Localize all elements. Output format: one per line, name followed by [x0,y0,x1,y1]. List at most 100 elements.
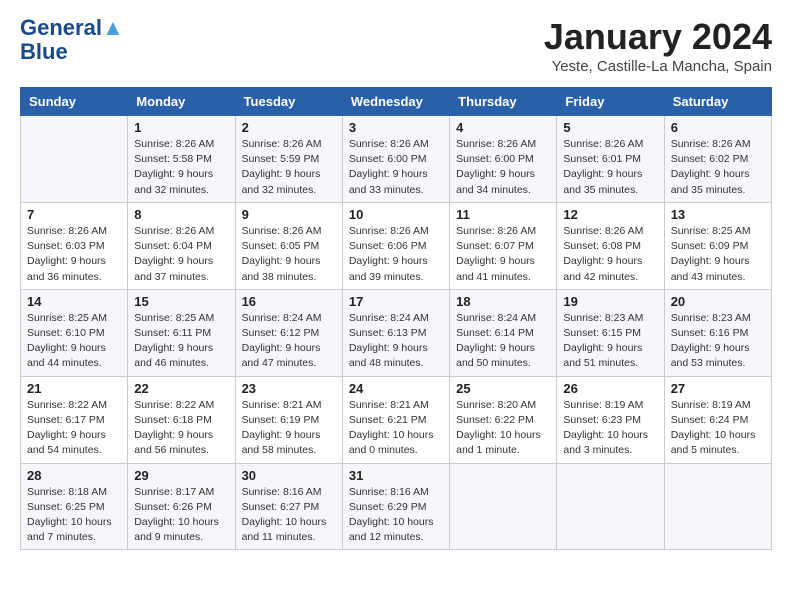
day-info: Sunrise: 8:26 AM Sunset: 6:07 PM Dayligh… [456,224,550,285]
day-info: Sunrise: 8:24 AM Sunset: 6:12 PM Dayligh… [242,311,336,372]
logo: General▲ Blue [20,16,124,64]
day-info: Sunrise: 8:26 AM Sunset: 5:58 PM Dayligh… [134,137,228,198]
page-header: General▲ Blue January 2024 Yeste, Castil… [20,16,772,75]
day-number: 31 [349,468,443,483]
col-header-wednesday: Wednesday [342,88,449,116]
day-info: Sunrise: 8:26 AM Sunset: 6:04 PM Dayligh… [134,224,228,285]
calendar-cell: 16Sunrise: 8:24 AM Sunset: 6:12 PM Dayli… [235,289,342,376]
calendar-cell: 20 Sunrise: 8:23 AM Sunset: 6:16 PM Dayli… [664,289,771,376]
calendar-cell: 1 Sunrise: 8:26 AM Sunset: 5:58 PM Daylig… [128,116,235,203]
calendar-cell: 12 Sunrise: 8:26 AM Sunset: 6:08 PM Dayli… [557,202,664,289]
calendar-cell: 31 Sunrise: 8:16 AM Sunset: 6:29 PM Dayli… [342,463,449,550]
day-number: 23 [242,381,336,396]
day-info: Sunrise: 8:16 AM Sunset: 6:29 PM Dayligh… [349,485,443,546]
day-info: Sunrise: 8:21 AM Sunset: 6:19 PM Dayligh… [242,398,336,459]
calendar-cell: 24 Sunrise: 8:21 AM Sunset: 6:21 PM Dayli… [342,376,449,463]
day-number: 1 [134,120,228,135]
calendar-cell: 28 Sunrise: 8:18 AM Sunset: 6:25 PM Dayli… [21,463,128,550]
calendar-cell: 5 Sunrise: 8:26 AM Sunset: 6:01 PM Daylig… [557,116,664,203]
calendar-cell: 8 Sunrise: 8:26 AM Sunset: 6:04 PM Daylig… [128,202,235,289]
title-area: January 2024 Yeste, Castille-La Mancha, … [544,16,772,75]
day-number: 25 [456,381,550,396]
day-info: Sunrise: 8:26 AM Sunset: 6:08 PM Dayligh… [563,224,657,285]
day-number: 2 [242,120,336,135]
day-info: Sunrise: 8:23 AM Sunset: 6:16 PM Dayligh… [671,311,765,372]
day-info: Sunrise: 8:25 AM Sunset: 6:09 PM Dayligh… [671,224,765,285]
day-info: Sunrise: 8:26 AM Sunset: 6:00 PM Dayligh… [456,137,550,198]
day-info: Sunrise: 8:26 AM Sunset: 6:02 PM Dayligh… [671,137,765,198]
calendar-cell: 26 Sunrise: 8:19 AM Sunset: 6:23 PM Dayli… [557,376,664,463]
day-info: Sunrise: 8:26 AM Sunset: 6:03 PM Dayligh… [27,224,121,285]
calendar-table: SundayMondayTuesdayWednesdayThursdayFrid… [20,87,772,550]
calendar-cell: 25 Sunrise: 8:20 AM Sunset: 6:22 PM Dayli… [450,376,557,463]
col-header-saturday: Saturday [664,88,771,116]
day-info: Sunrise: 8:26 AM Sunset: 6:01 PM Dayligh… [563,137,657,198]
day-info: Sunrise: 8:20 AM Sunset: 6:22 PM Dayligh… [456,398,550,459]
day-info: Sunrise: 8:26 AM Sunset: 6:06 PM Dayligh… [349,224,443,285]
location-subtitle: Yeste, Castille-La Mancha, Spain [544,58,772,75]
calendar-cell [21,116,128,203]
day-number: 6 [671,120,765,135]
day-info: Sunrise: 8:22 AM Sunset: 6:18 PM Dayligh… [134,398,228,459]
calendar-cell: 3 Sunrise: 8:26 AM Sunset: 6:00 PM Daylig… [342,116,449,203]
day-info: Sunrise: 8:22 AM Sunset: 6:17 PM Dayligh… [27,398,121,459]
day-info: Sunrise: 8:25 AM Sunset: 6:10 PM Dayligh… [27,311,121,372]
day-number: 4 [456,120,550,135]
day-number: 3 [349,120,443,135]
day-info: Sunrise: 8:24 AM Sunset: 6:14 PM Dayligh… [456,311,550,372]
day-number: 14 [27,294,121,309]
day-number: 20 [671,294,765,309]
day-number: 21 [27,381,121,396]
day-info: Sunrise: 8:23 AM Sunset: 6:15 PM Dayligh… [563,311,657,372]
calendar-cell: 14 Sunrise: 8:25 AM Sunset: 6:10 PM Dayli… [21,289,128,376]
calendar-cell [664,463,771,550]
day-info: Sunrise: 8:16 AM Sunset: 6:27 PM Dayligh… [242,485,336,546]
calendar-cell: 22 Sunrise: 8:22 AM Sunset: 6:18 PM Dayli… [128,376,235,463]
calendar-cell [557,463,664,550]
calendar-cell: 11 Sunrise: 8:26 AM Sunset: 6:07 PM Dayli… [450,202,557,289]
day-number: 12 [563,207,657,222]
logo-text: General▲ [20,16,124,40]
day-number: 17 [349,294,443,309]
calendar-cell: 27Sunrise: 8:19 AM Sunset: 6:24 PM Dayli… [664,376,771,463]
day-info: Sunrise: 8:21 AM Sunset: 6:21 PM Dayligh… [349,398,443,459]
calendar-cell: 6 Sunrise: 8:26 AM Sunset: 6:02 PM Daylig… [664,116,771,203]
day-number: 5 [563,120,657,135]
day-number: 22 [134,381,228,396]
day-info: Sunrise: 8:26 AM Sunset: 5:59 PM Dayligh… [242,137,336,198]
day-number: 15 [134,294,228,309]
calendar-cell: 4 Sunrise: 8:26 AM Sunset: 6:00 PM Daylig… [450,116,557,203]
day-number: 28 [27,468,121,483]
day-number: 29 [134,468,228,483]
day-info: Sunrise: 8:24 AM Sunset: 6:13 PM Dayligh… [349,311,443,372]
calendar-cell: 21 Sunrise: 8:22 AM Sunset: 6:17 PM Dayli… [21,376,128,463]
calendar-cell: 29Sunrise: 8:17 AM Sunset: 6:26 PM Dayli… [128,463,235,550]
calendar-cell [450,463,557,550]
col-header-thursday: Thursday [450,88,557,116]
day-number: 26 [563,381,657,396]
col-header-sunday: Sunday [21,88,128,116]
day-info: Sunrise: 8:25 AM Sunset: 6:11 PM Dayligh… [134,311,228,372]
day-number: 8 [134,207,228,222]
day-number: 24 [349,381,443,396]
day-info: Sunrise: 8:26 AM Sunset: 6:05 PM Dayligh… [242,224,336,285]
day-info: Sunrise: 8:18 AM Sunset: 6:25 PM Dayligh… [27,485,121,546]
day-number: 11 [456,207,550,222]
calendar-cell: 17 Sunrise: 8:24 AM Sunset: 6:13 PM Dayli… [342,289,449,376]
day-number: 18 [456,294,550,309]
day-info: Sunrise: 8:19 AM Sunset: 6:24 PM Dayligh… [671,398,765,459]
day-number: 30 [242,468,336,483]
col-header-monday: Monday [128,88,235,116]
day-info: Sunrise: 8:26 AM Sunset: 6:00 PM Dayligh… [349,137,443,198]
calendar-cell: 9 Sunrise: 8:26 AM Sunset: 6:05 PM Daylig… [235,202,342,289]
col-header-friday: Friday [557,88,664,116]
day-number: 10 [349,207,443,222]
calendar-cell: 30 Sunrise: 8:16 AM Sunset: 6:27 PM Dayli… [235,463,342,550]
day-number: 7 [27,207,121,222]
col-header-tuesday: Tuesday [235,88,342,116]
day-info: Sunrise: 8:19 AM Sunset: 6:23 PM Dayligh… [563,398,657,459]
calendar-cell: 7 Sunrise: 8:26 AM Sunset: 6:03 PM Daylig… [21,202,128,289]
day-number: 9 [242,207,336,222]
calendar-cell: 19Sunrise: 8:23 AM Sunset: 6:15 PM Dayli… [557,289,664,376]
calendar-cell: 10 Sunrise: 8:26 AM Sunset: 6:06 PM Dayli… [342,202,449,289]
